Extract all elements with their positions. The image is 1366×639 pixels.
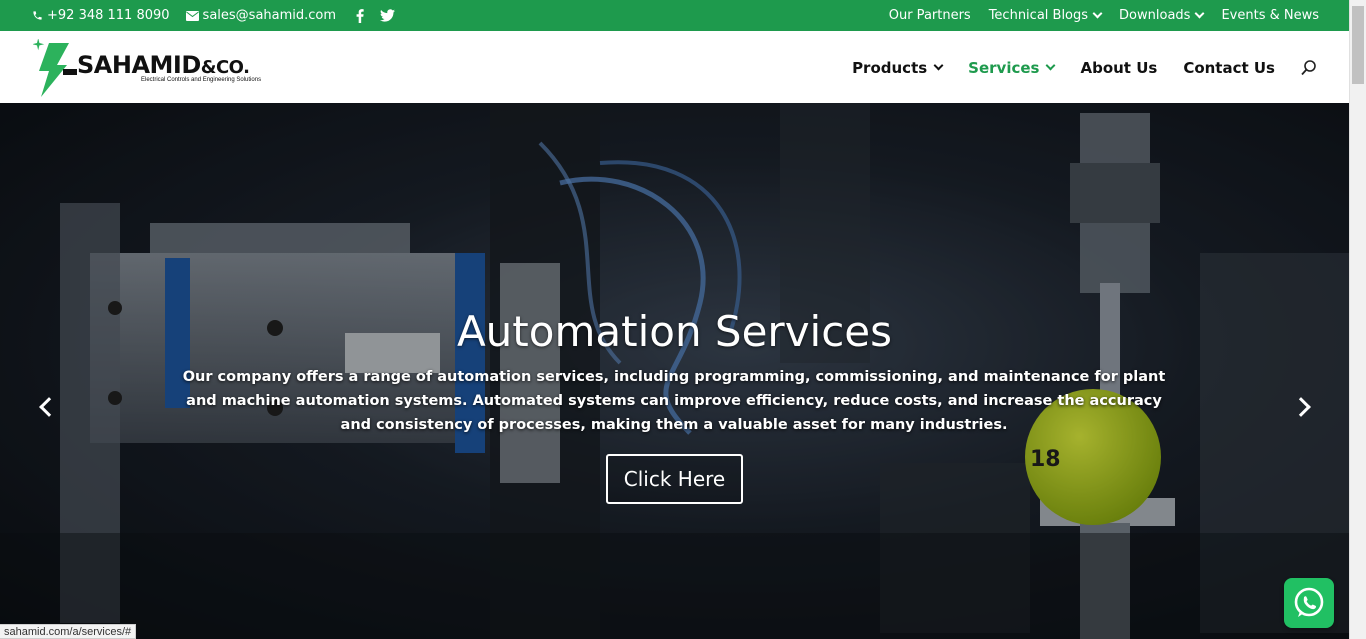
scrollbar-thumb[interactable] [1352, 6, 1364, 84]
hero-title: Automation Services [456, 307, 893, 356]
nav-label: Services [968, 59, 1040, 77]
phone-icon [33, 11, 42, 20]
site-header: SAHAMID&CO. Electrical Controls and Engi… [0, 31, 1349, 103]
top-bar: +92 348 111 8090 sales@sahamid.com Our P… [0, 0, 1349, 31]
hero-slider: 18 Automation Services Our company offer… [0, 103, 1349, 639]
top-link-events[interactable]: Events & News [1221, 8, 1319, 23]
email-link[interactable]: sales@sahamid.com [185, 8, 337, 23]
status-bar-url: sahamid.com/a/services/# [0, 624, 137, 639]
whatsapp-icon [1294, 587, 1324, 617]
whatsapp-chat-button[interactable] [1284, 578, 1334, 628]
chevron-down-icon [933, 60, 944, 71]
logo-text: SAHAMID&CO. [77, 51, 250, 79]
chevron-down-icon [1092, 8, 1103, 19]
hero-description: Our company offers a range of automation… [182, 369, 1166, 433]
phone-number: +92 348 111 8090 [47, 8, 170, 23]
envelope-icon [185, 10, 199, 21]
facebook-icon[interactable] [356, 8, 364, 23]
nav-label: About Us [1080, 59, 1158, 77]
nav-label: Contact Us [1183, 59, 1275, 77]
logo-tagline: Electrical Controls and Engineering Solu… [141, 77, 262, 83]
logo-name: SAHAMID [77, 51, 201, 79]
chevron-down-icon [1195, 8, 1205, 19]
top-link-label: Our Partners [888, 8, 971, 23]
social-links [356, 8, 396, 23]
slider-prev-arrow-icon[interactable] [36, 396, 59, 418]
logo[interactable]: SAHAMID&CO. Electrical Controls and Engi… [33, 39, 293, 97]
top-link-downloads[interactable]: Downloads [1119, 8, 1205, 23]
contact-info: +92 348 111 8090 sales@sahamid.com [32, 8, 396, 23]
bolt-logo-icon [33, 39, 77, 97]
main-nav: Products Services About Us Contact Us [852, 59, 1317, 77]
top-link-partners[interactable]: Our Partners [889, 8, 971, 23]
search-icon[interactable] [1301, 60, 1317, 76]
slider-next-arrow-icon[interactable] [1291, 396, 1316, 418]
twitter-icon[interactable] [380, 8, 396, 22]
click-here-button[interactable]: Click Here [606, 454, 743, 504]
top-link-label: Technical Blogs [988, 8, 1089, 23]
nav-contact[interactable]: Contact Us [1183, 59, 1275, 77]
page-scrollbar[interactable] [1349, 0, 1366, 639]
top-links: Our Partners Technical Blogs Downloads E… [889, 8, 1319, 23]
logo-suffix: &CO. [200, 57, 250, 78]
top-link-label: Downloads [1119, 8, 1191, 23]
nav-services[interactable]: Services [968, 59, 1056, 77]
nav-about[interactable]: About Us [1080, 59, 1157, 77]
nav-label: Products [852, 59, 928, 77]
email-address: sales@sahamid.com [202, 8, 337, 23]
chevron-down-icon [1046, 60, 1056, 71]
phone-link[interactable]: +92 348 111 8090 [32, 8, 170, 23]
nav-products[interactable]: Products [852, 59, 944, 77]
top-link-label: Events & News [1221, 8, 1319, 23]
top-link-blogs[interactable]: Technical Blogs [988, 8, 1103, 23]
